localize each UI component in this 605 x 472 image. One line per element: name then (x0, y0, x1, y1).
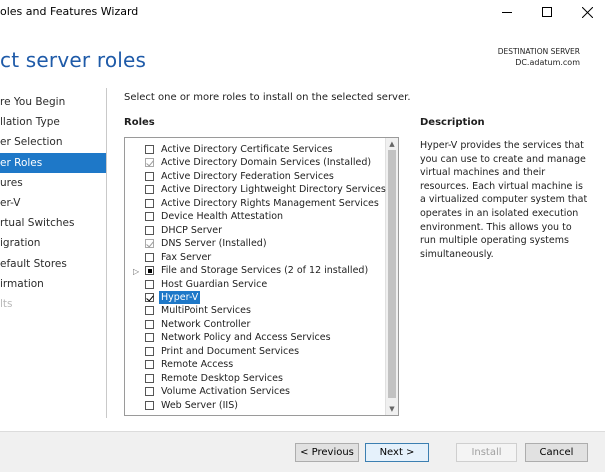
wizard-step-item[interactable]: llation Type (0, 112, 106, 132)
role-label[interactable]: Fax Server (161, 251, 211, 264)
destination-server-label: DESTINATION SERVER (497, 47, 580, 56)
role-label[interactable]: Remote Access (161, 358, 233, 371)
roles-list[interactable]: ▲ ▼ Active Directory Certificate Service… (124, 137, 399, 416)
minimize-icon (502, 12, 512, 13)
role-list-item[interactable]: Remote Access (125, 358, 387, 371)
close-icon (581, 6, 593, 18)
scroll-thumb[interactable] (388, 150, 396, 398)
role-description: Hyper-V provides the services that you c… (420, 140, 588, 260)
close-button[interactable] (570, 0, 604, 24)
role-checkbox[interactable] (145, 145, 154, 154)
minimize-button[interactable] (490, 0, 524, 24)
role-checkbox (145, 158, 154, 168)
role-label[interactable]: Device Health Attestation (161, 210, 283, 223)
role-label[interactable]: File and Storage Services (2 of 12 insta… (161, 264, 368, 277)
role-checkbox[interactable] (145, 387, 154, 397)
role-label[interactable]: MultiPoint Services (161, 304, 251, 317)
role-label[interactable]: Active Directory Lightweight Directory S… (161, 183, 386, 196)
instruction-text: Select one or more roles to install on t… (124, 92, 411, 103)
roles-heading: Roles (124, 117, 155, 128)
expand-icon[interactable]: ▷ (133, 265, 139, 278)
role-label[interactable]: Print and Document Services (161, 345, 299, 358)
window-title: oles and Features Wizard (0, 5, 139, 18)
title-bar: oles and Features Wizard (0, 0, 605, 26)
role-label[interactable]: Active Directory Certificate Services (161, 143, 333, 156)
role-list-item[interactable]: DNS Server (Installed) (125, 237, 387, 250)
wizard-step-item[interactable]: ures (0, 173, 106, 193)
scroll-up-icon[interactable]: ▲ (387, 139, 397, 149)
role-label[interactable]: Remote Desktop Services (161, 372, 283, 385)
wizard-step-item[interactable]: re You Begin (0, 92, 106, 112)
role-label[interactable]: Network Policy and Access Services (161, 331, 331, 344)
role-label[interactable]: DHCP Server (161, 224, 222, 237)
role-checkbox[interactable] (145, 171, 154, 181)
role-list-item[interactable]: Remote Desktop Services (125, 372, 387, 385)
wizard-header: ct server roles DESTINATION SERVER DC.ad… (0, 26, 605, 86)
cancel-button[interactable]: Cancel (525, 443, 588, 462)
role-list-item[interactable]: Active Directory Lightweight Directory S… (125, 183, 387, 196)
wizard-step-item[interactable]: rtual Switches (0, 213, 106, 233)
role-list-item[interactable]: Fax Server (125, 251, 387, 264)
role-list-item[interactable]: Active Directory Rights Management Servi… (125, 197, 387, 210)
next-button[interactable]: Next > (365, 443, 429, 462)
role-list-item[interactable]: Network Policy and Access Services (125, 331, 387, 344)
role-label[interactable]: Active Directory Domain Services (Instal… (161, 156, 371, 169)
role-label[interactable]: Active Directory Federation Services (161, 170, 334, 183)
wizard-footer: < Previous Next > Install Cancel (0, 431, 605, 472)
role-checkbox[interactable] (145, 279, 154, 289)
role-list-item[interactable]: Print and Document Services (125, 345, 387, 358)
role-checkbox[interactable] (145, 212, 154, 222)
description-heading: Description (420, 117, 485, 128)
role-checkbox[interactable] (145, 346, 154, 356)
page-title: ct server roles (0, 48, 147, 72)
role-checkbox[interactable] (145, 252, 154, 262)
role-label[interactable]: Host Guardian Service (161, 278, 267, 291)
role-label[interactable]: DNS Server (Installed) (161, 237, 267, 250)
role-list-item[interactable]: DHCP Server (125, 224, 387, 237)
role-list-item[interactable]: Active Directory Domain Services (Instal… (125, 156, 387, 169)
role-checkbox (145, 239, 154, 249)
destination-server-name: DC.adatum.com (515, 58, 580, 67)
role-checkbox[interactable] (145, 360, 154, 370)
role-list-item[interactable]: Device Health Attestation (125, 210, 387, 223)
maximize-icon (542, 7, 552, 17)
wizard-step-item[interactable]: igration (0, 233, 106, 253)
wizard-step-item[interactable]: er Selection (0, 132, 106, 152)
wizard-step-item: lts (0, 298, 13, 310)
role-label[interactable]: Volume Activation Services (161, 385, 290, 398)
role-checkbox[interactable] (145, 319, 154, 329)
role-list-item[interactable]: Active Directory Federation Services (125, 170, 387, 183)
role-list-item[interactable]: Hyper-V (125, 290, 387, 304)
role-checkbox[interactable] (145, 292, 154, 302)
role-checkbox[interactable] (145, 306, 154, 316)
role-list-item[interactable]: Volume Activation Services (125, 385, 387, 398)
role-label[interactable]: Hyper-V (159, 290, 201, 304)
role-checkbox[interactable] (145, 225, 154, 235)
role-checkbox[interactable] (145, 266, 154, 276)
wizard-step-nav: re You Begin llation Type er Selection er R… (0, 88, 107, 418)
wizard-step-item[interactable]: er-V (0, 193, 106, 213)
role-checkbox[interactable] (145, 198, 154, 208)
role-checkbox[interactable] (145, 333, 154, 343)
scroll-down-icon[interactable]: ▼ (387, 404, 397, 414)
role-label[interactable]: Active Directory Rights Management Servi… (161, 197, 379, 210)
install-button[interactable]: Install (456, 443, 517, 462)
role-label[interactable]: Network Controller (161, 318, 250, 331)
maximize-button[interactable] (530, 0, 564, 24)
role-label[interactable]: Web Server (IIS) (161, 399, 238, 412)
wizard-step-item[interactable]: er Roles (0, 152, 106, 173)
role-checkbox[interactable] (145, 373, 154, 383)
role-checkbox[interactable] (145, 185, 154, 195)
role-checkbox[interactable] (145, 400, 154, 410)
previous-button[interactable]: < Previous (295, 443, 359, 462)
wizard-step-item[interactable]: efault Stores (0, 254, 106, 274)
role-list-item[interactable]: Network Controller (125, 318, 387, 331)
role-list-item[interactable]: Active Directory Certificate Services (125, 143, 387, 156)
role-list-item[interactable]: Web Server (IIS) (125, 399, 387, 412)
role-list-item[interactable]: Host Guardian Service (125, 278, 387, 291)
role-list-item[interactable]: ▷ File and Storage Services (2 of 12 inst… (125, 264, 387, 277)
wizard-step-item[interactable]: irmation (0, 274, 106, 294)
role-list-item[interactable]: MultiPoint Services (125, 304, 387, 317)
